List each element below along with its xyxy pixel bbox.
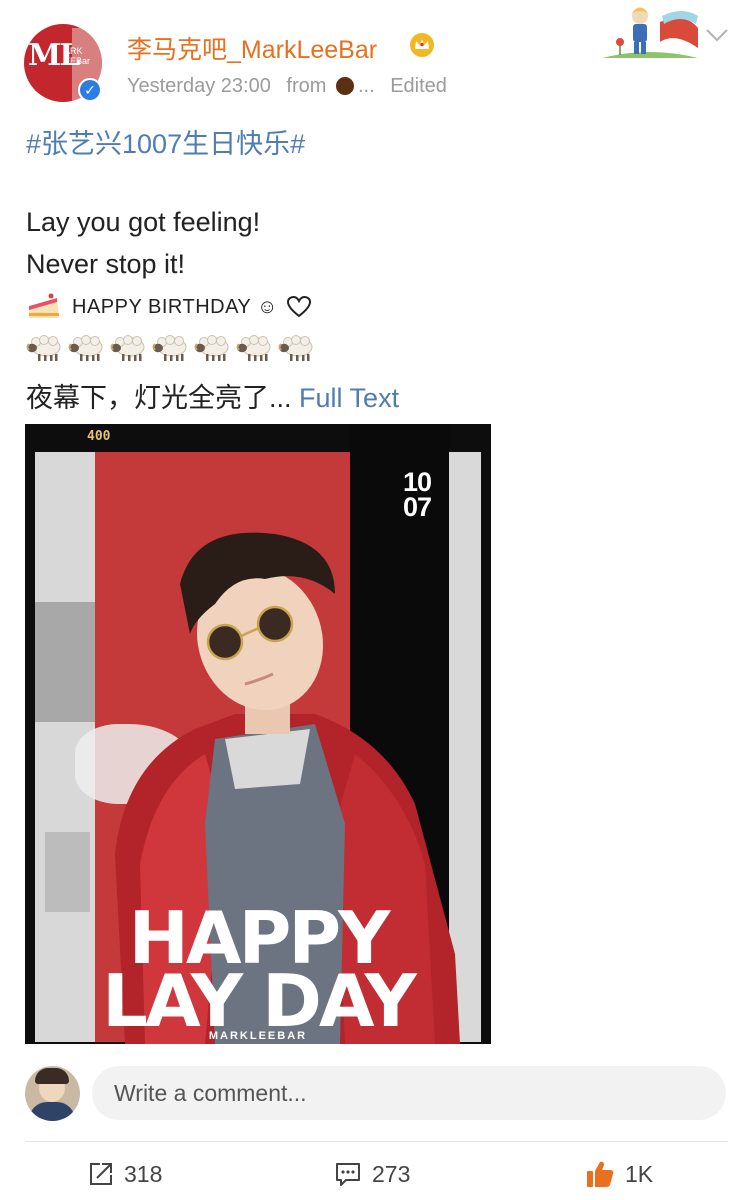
comment-icon (336, 1163, 360, 1186)
source-app-icon[interactable] (335, 77, 354, 95)
repost-button[interactable]: 318 (88, 1158, 162, 1190)
post-image[interactable]: 400 10 07 HAPPY LAY DAY MARKLEEBAR (25, 424, 491, 1044)
verified-icon: ✓ (78, 78, 102, 102)
current-user-avatar[interactable] (25, 1066, 80, 1121)
sheep-icon (194, 335, 229, 361)
heart-icon (286, 295, 311, 318)
image-date-line: 07 (403, 492, 432, 522)
sheep-icon (68, 335, 103, 361)
chevron-down-icon[interactable] (704, 26, 730, 44)
little-prince-decoration-icon (602, 7, 698, 58)
like-button[interactable]: 1K (585, 1158, 653, 1190)
post-text-line: Never stop it! (26, 249, 186, 279)
post-meta: Yesterday 23:00 from ... Edited (127, 75, 447, 98)
image-counter: 400 (87, 429, 111, 444)
sheep-icon (26, 335, 61, 361)
sheep-icon (278, 335, 313, 361)
comment-input[interactable]: Write a comment... (92, 1066, 726, 1120)
author-name[interactable]: 李马克吧_MarkLeeBar (127, 30, 377, 66)
sheep-icon (152, 335, 187, 361)
like-count: 1K (625, 1160, 654, 1187)
divider (25, 1141, 728, 1142)
image-brand: MARKLEEBAR (208, 1030, 308, 1042)
image-date: 10 07 (403, 469, 432, 522)
like-icon (587, 1161, 614, 1187)
birthday-text: HAPPY BIRTHDAY ☺︎ (72, 295, 278, 318)
sheep-icon (236, 335, 271, 361)
hashtag-link[interactable]: #张艺兴1007生日快乐# (26, 122, 305, 161)
source-prefix: from (286, 75, 327, 97)
truncated-text: 夜幕下，灯光全亮了... (26, 383, 292, 413)
full-text-link[interactable]: Full Text (299, 383, 399, 413)
repost-count: 318 (124, 1160, 163, 1187)
comment-count: 273 (372, 1160, 411, 1187)
crown-icon (410, 33, 434, 57)
comment-button[interactable]: 273 (334, 1158, 410, 1190)
source-suffix: ... (357, 75, 375, 97)
post-text-line: Lay you got feeling! (26, 207, 261, 237)
cake-icon (29, 293, 59, 318)
sheep-emoji-row (26, 333, 315, 363)
repost-icon (90, 1163, 112, 1185)
edited-label[interactable]: Edited (390, 75, 447, 97)
sheep-icon (110, 335, 145, 361)
birthday-line: HAPPY BIRTHDAY ☺︎ (26, 292, 312, 322)
post-time: Yesterday 23:00 (127, 75, 271, 97)
avatar-logo-sub: ARK EEBar (64, 46, 91, 66)
truncated-text-line: 夜幕下，灯光全亮了... Full Text (26, 376, 399, 415)
